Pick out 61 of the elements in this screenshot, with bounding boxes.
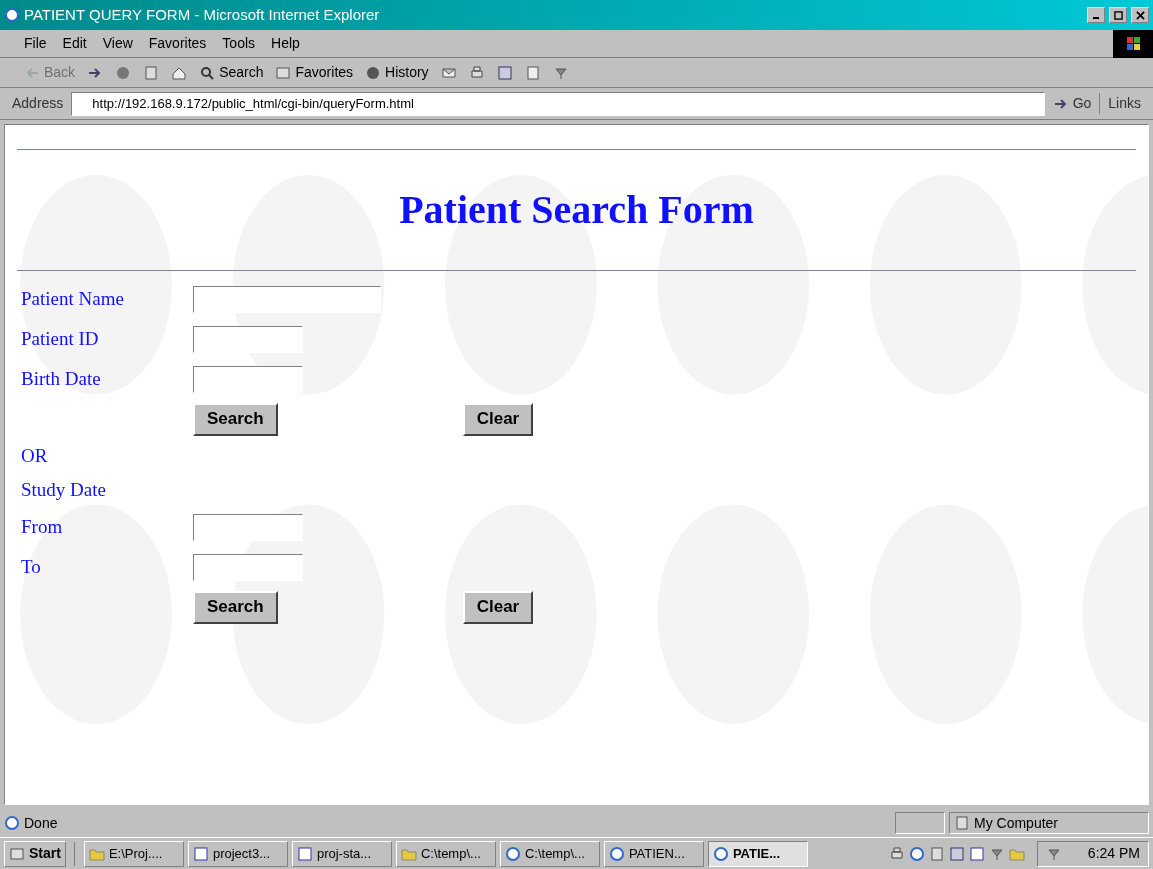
taskbar-button[interactable]: proj-sta...	[291, 840, 392, 867]
menu-item[interactable]: Edit	[62, 33, 87, 54]
windows-logo-icon	[1113, 29, 1153, 58]
toolbar-button[interactable]: Search	[199, 62, 264, 83]
status-text: Done	[24, 813, 59, 833]
menu-item[interactable]: Tools	[222, 33, 256, 54]
menu-item[interactable]: View	[102, 33, 133, 54]
browser-icon	[4, 7, 20, 23]
taskbar-button[interactable]: C:\temp\...	[499, 840, 600, 867]
form-button[interactable]: Clear	[462, 590, 534, 624]
toolbar-button[interactable]	[468, 64, 485, 81]
taskbar-button[interactable]: PATIE...	[707, 840, 808, 867]
menu-item[interactable]: Help	[271, 33, 300, 54]
page-heading: Patient Search Form	[398, 186, 755, 234]
text-field[interactable]	[193, 513, 303, 541]
browser-icon	[4, 815, 20, 831]
restore-button[interactable]	[1109, 7, 1127, 23]
address-field[interactable]: http://192.168.9.172/public_html/cgi-bin/queryForm.html	[71, 91, 1045, 116]
restore-icon	[1113, 10, 1123, 20]
address-label: Address	[12, 94, 64, 113]
browser-icon	[909, 845, 925, 862]
form-label: Patient ID	[20, 326, 100, 351]
taskbar-button[interactable]: PATIEN...	[603, 840, 704, 867]
taskbar-button[interactable]: C:\temp\...	[395, 840, 496, 867]
taskbar-button[interactable]: project3...	[187, 840, 288, 867]
browser-icon	[504, 845, 521, 862]
go-button[interactable]: Go	[1052, 93, 1092, 114]
toolbar-button[interactable]: Favorites	[275, 62, 354, 83]
text-field[interactable]	[193, 365, 303, 393]
taskbar-button[interactable]: E:\Proj....	[83, 840, 184, 867]
form-button[interactable]: Clear	[462, 402, 534, 436]
text-field[interactable]	[193, 553, 303, 581]
close-icon	[1135, 10, 1145, 20]
minimize-button[interactable]	[1087, 7, 1105, 23]
print-icon	[889, 845, 905, 862]
form-label: Patient Name	[20, 286, 125, 311]
browser-icon	[608, 845, 625, 862]
form-label: From	[20, 514, 64, 539]
stop-icon	[115, 64, 132, 81]
search-icon	[199, 64, 216, 81]
clock: 6:24 PM	[1086, 844, 1140, 863]
form-label: Study Date	[20, 477, 107, 502]
menu-item[interactable]: Favorites	[148, 33, 207, 54]
form-button[interactable]: Search	[193, 402, 278, 436]
form-label: OR	[20, 443, 49, 468]
browser-icon	[712, 845, 729, 862]
window-title: PATIENT QUERY FORM - Microsoft Internet Explorer	[24, 4, 381, 25]
form-label: Birth Date	[20, 366, 102, 391]
form-button[interactable]: Search	[193, 590, 278, 624]
links-button[interactable]: Links	[1099, 93, 1141, 114]
form-label: To	[20, 554, 42, 579]
menu-item[interactable]: File	[24, 33, 47, 54]
close-button[interactable]	[1131, 7, 1149, 23]
print-icon	[468, 64, 485, 81]
toolbar-button[interactable]: History	[365, 62, 429, 83]
minimize-icon	[1093, 17, 1099, 19]
zone-text: My Computer	[974, 813, 1059, 833]
start-button[interactable]: Start	[4, 840, 66, 867]
text-field[interactable]	[193, 285, 381, 313]
status-panel	[895, 812, 945, 834]
text-field[interactable]	[193, 325, 303, 353]
